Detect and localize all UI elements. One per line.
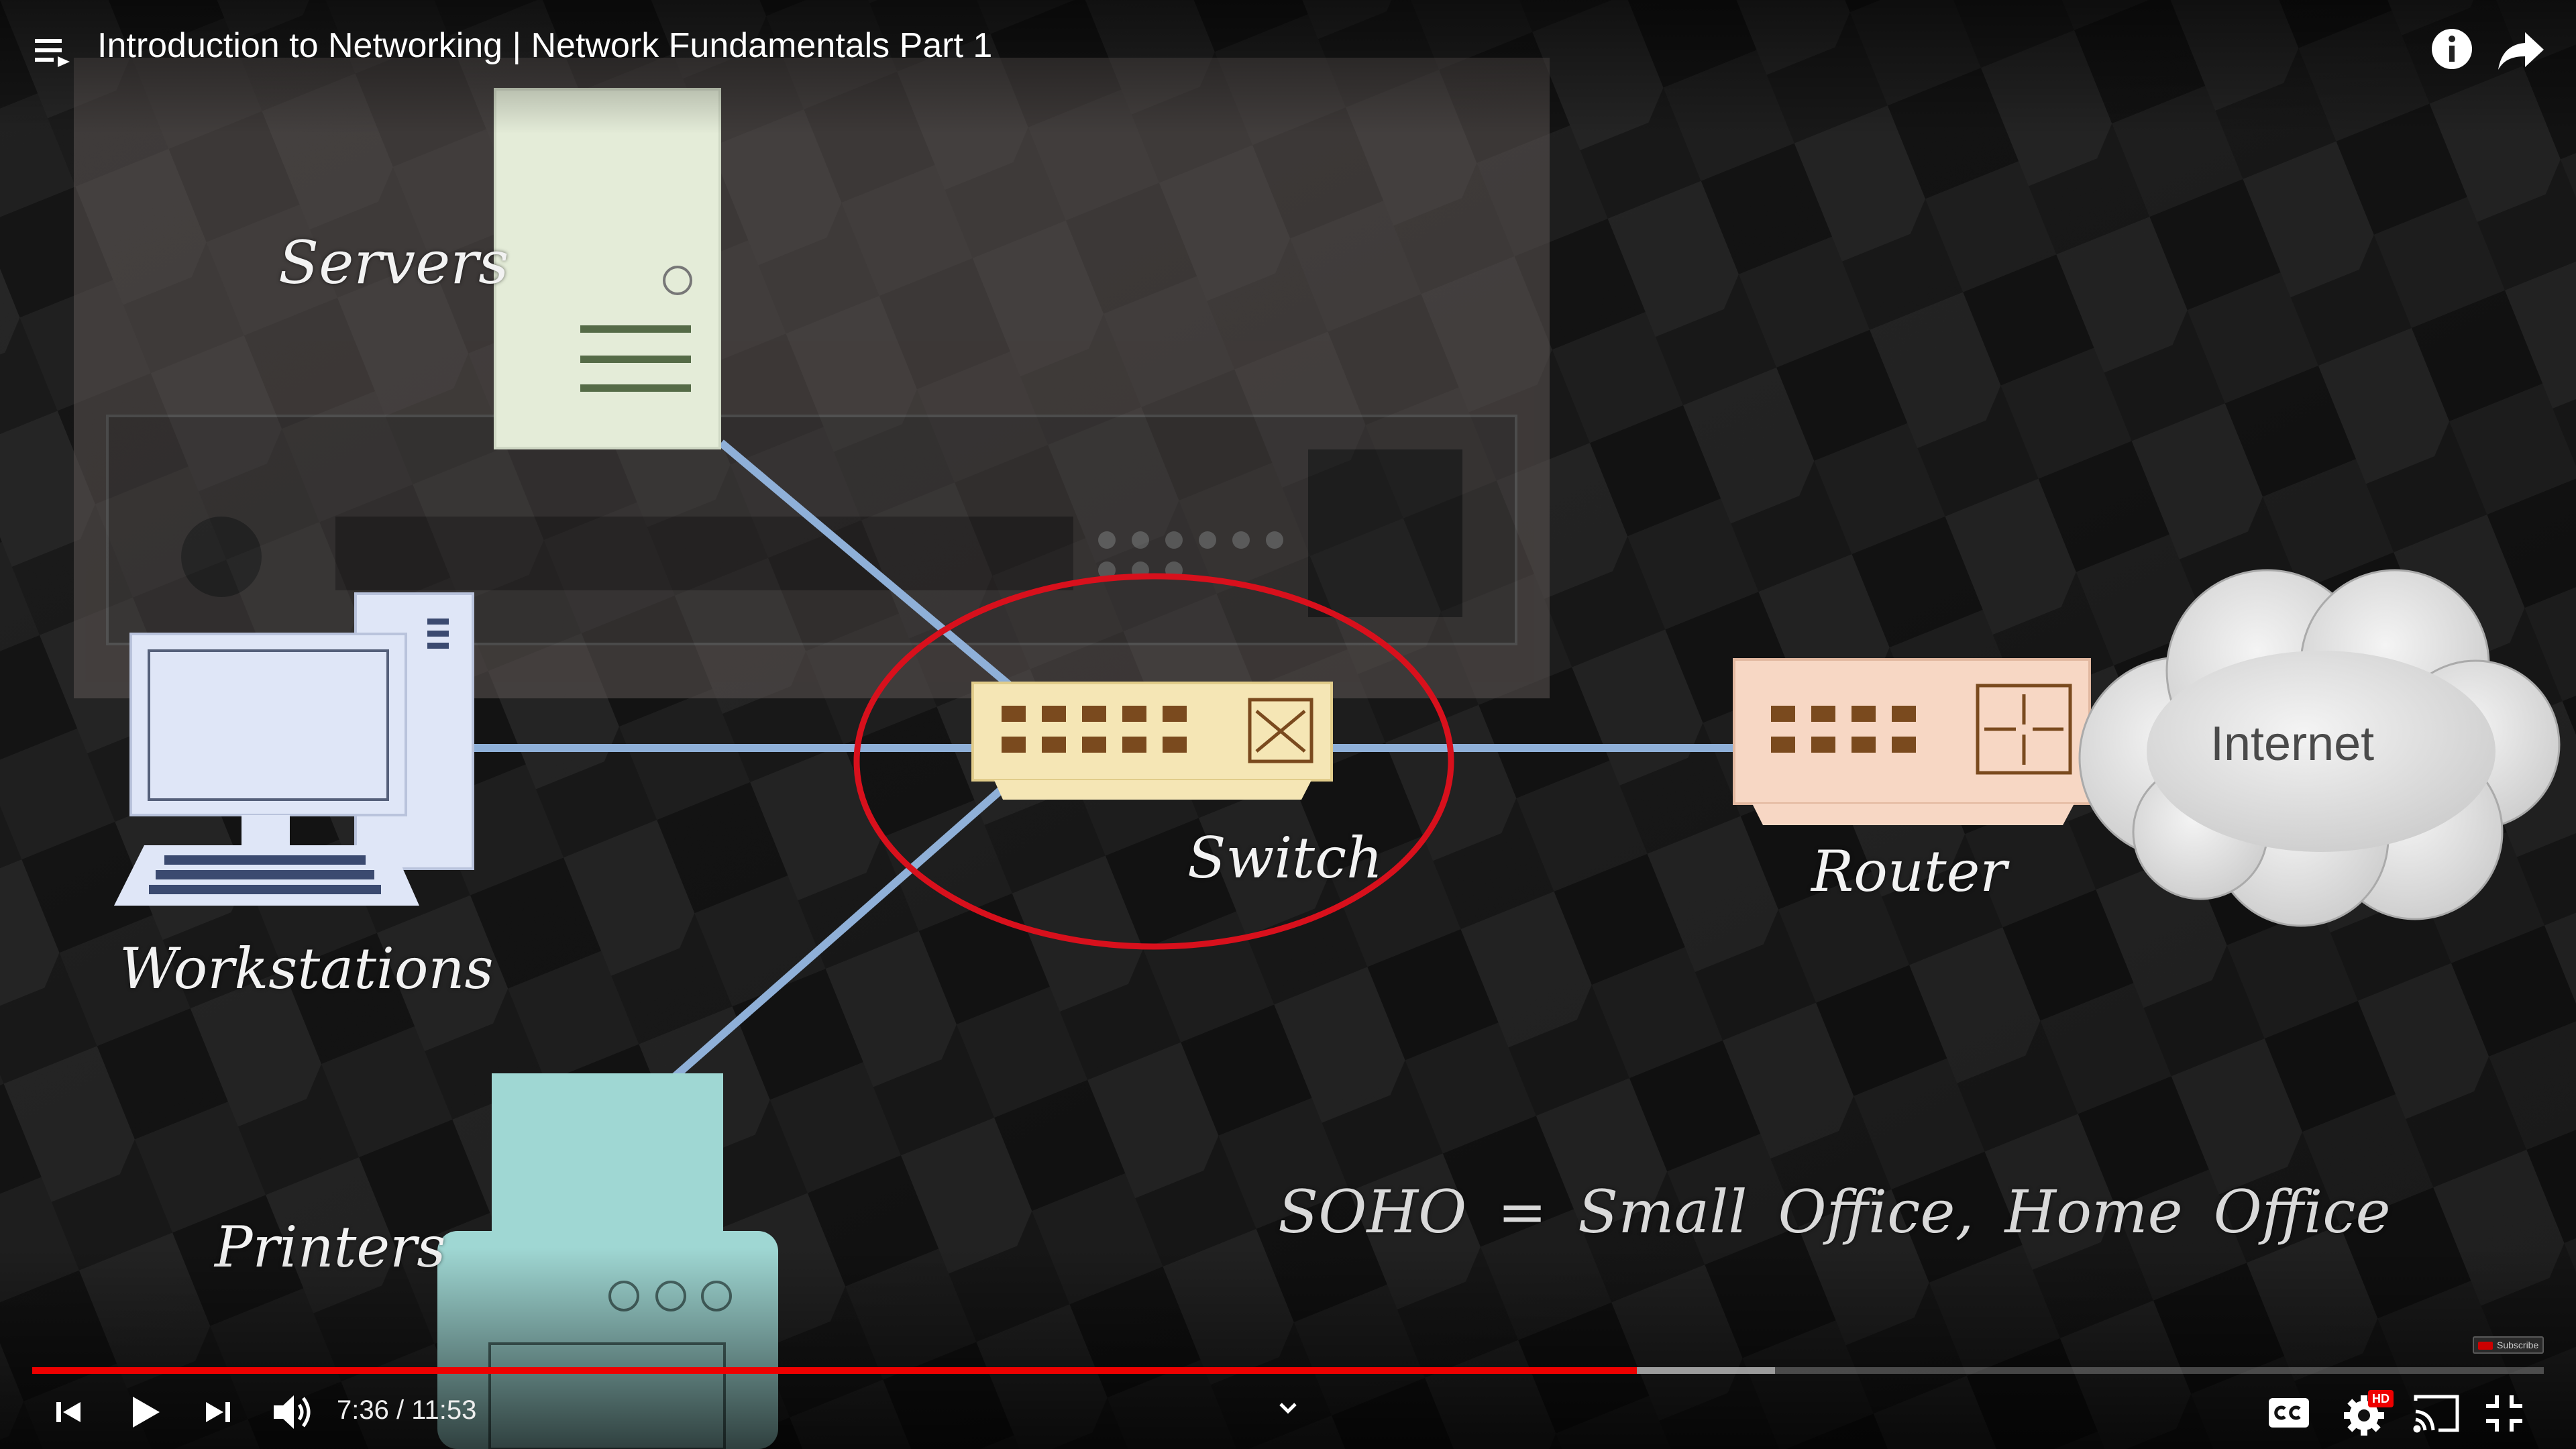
cast-button[interactable] [2412, 1391, 2461, 1434]
chevron-down-icon[interactable] [1271, 1392, 1305, 1426]
settings-button[interactable]: HD [2341, 1386, 2395, 1440]
volume-icon [274, 1395, 311, 1429]
captions-button[interactable] [2266, 1394, 2312, 1432]
servers-label: Servers [278, 228, 509, 297]
watermark-label: Subscribe [2497, 1340, 2539, 1350]
next-button[interactable] [198, 1389, 238, 1436]
time-display: 7:36 / 11:53 [337, 1395, 477, 1425]
server-device [494, 88, 721, 449]
progress-played [32, 1367, 1638, 1374]
captions-icon [2269, 1398, 2309, 1428]
equipment-photo-overlay [74, 58, 1550, 698]
exit-fullscreen-button[interactable] [2482, 1391, 2526, 1436]
switch-label: Switch [1187, 825, 1383, 891]
video-player[interactable]: Servers Workstations Printers Switch Rou… [0, 0, 2576, 1449]
subscribe-watermark[interactable]: Subscribe [2473, 1336, 2544, 1354]
share-icon[interactable] [2496, 27, 2546, 74]
workstation-device [114, 592, 474, 906]
switch-device [971, 682, 1333, 800]
hd-badge-label: HD [2372, 1392, 2390, 1405]
play-button[interactable] [121, 1389, 168, 1436]
soho-caption: SOHO = Small Office, Home Office [1278, 1177, 2391, 1246]
internet-label: Internet [2210, 717, 2375, 771]
router-label: Router [1811, 839, 2007, 904]
video-title[interactable]: Introduction to Networking | Network Fun… [97, 25, 992, 66]
workstations-label: Workstations [119, 936, 494, 1002]
play-icon [133, 1397, 160, 1428]
info-icon[interactable] [2428, 25, 2475, 72]
top-gradient [0, 0, 2576, 134]
youtube-logo-icon [2478, 1342, 2493, 1350]
volume-button[interactable] [268, 1387, 318, 1437]
playlist-icon[interactable] [32, 31, 72, 71]
previous-button[interactable] [48, 1389, 89, 1436]
previous-icon [56, 1402, 80, 1422]
next-icon [206, 1402, 230, 1422]
router-device [1733, 658, 2091, 825]
progress-bar[interactable] [32, 1367, 2544, 1374]
exit-fullscreen-icon [2486, 1395, 2522, 1432]
cast-icon [2413, 1395, 2459, 1433]
